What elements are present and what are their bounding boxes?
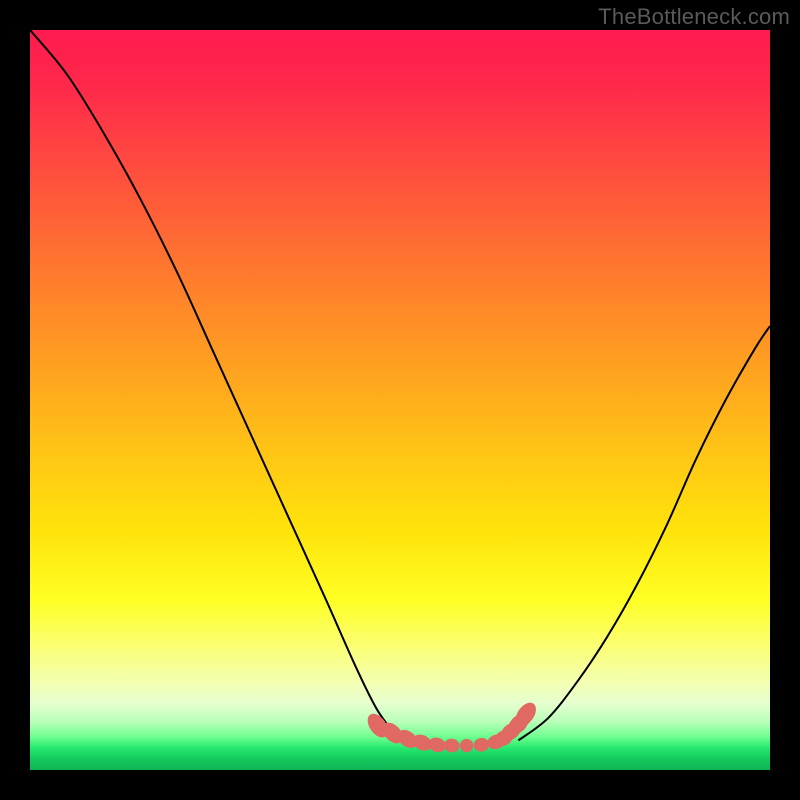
watermark-text: TheBottleneck.com [598, 4, 790, 30]
curve-layer [30, 30, 770, 770]
valley-markers [363, 699, 540, 755]
plot-area [30, 30, 770, 770]
curve-left [30, 30, 400, 740]
chart-stage: TheBottleneck.com [0, 0, 800, 800]
marker-dot [443, 738, 461, 754]
curve-right [518, 326, 770, 740]
marker-dot [460, 739, 473, 752]
marker-dot [473, 737, 491, 753]
